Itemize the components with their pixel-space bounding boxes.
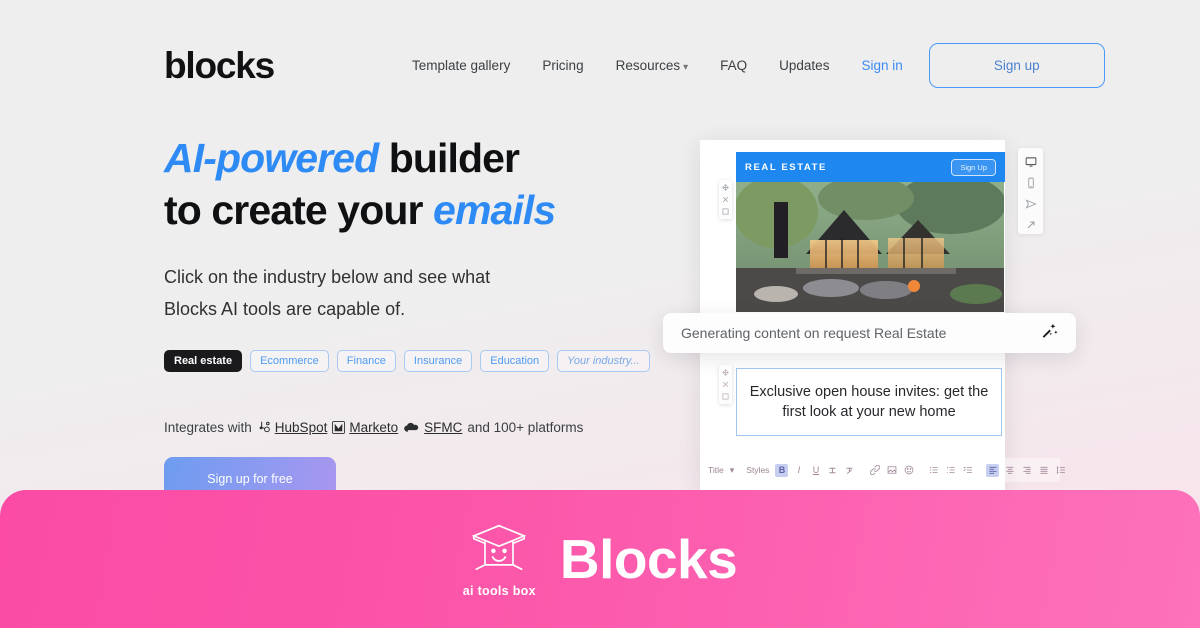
hero-section: AI-powered builder to create your emails… bbox=[164, 132, 684, 501]
headline-rest-2: to create your bbox=[164, 187, 434, 234]
bold-icon[interactable]: B bbox=[775, 463, 789, 477]
duplicate-icon[interactable] bbox=[722, 208, 729, 215]
nav-label: Updates bbox=[779, 57, 830, 73]
expand-icon[interactable] bbox=[1025, 219, 1037, 231]
delete-icon[interactable] bbox=[722, 381, 729, 388]
ai-toolbox-smiley-box-icon bbox=[466, 521, 532, 582]
nav-item-updates[interactable]: Updates bbox=[779, 58, 829, 73]
magic-wand-sparkle-icon[interactable] bbox=[1041, 322, 1058, 344]
integration-sfmc[interactable]: SFMC bbox=[403, 420, 462, 435]
align-right-icon[interactable] bbox=[1020, 464, 1033, 477]
hero-subcopy: Click on the industry below and see what… bbox=[164, 261, 684, 326]
rich-text-format-toolbar: Title ▾ Styles B I U bbox=[700, 458, 1065, 482]
bullet-list-icon[interactable] bbox=[927, 464, 940, 477]
email-header-bar: REAL ESTATE Sign Up bbox=[736, 152, 1005, 182]
hubspot-icon bbox=[257, 420, 271, 434]
banner-title: Blocks bbox=[559, 528, 738, 590]
nav-label: Pricing bbox=[542, 57, 584, 73]
text-style-group: B I U bbox=[775, 463, 856, 477]
brand-logo[interactable]: blocks bbox=[164, 47, 275, 84]
chip-finance[interactable]: Finance bbox=[336, 349, 396, 372]
link-icon[interactable] bbox=[868, 464, 881, 477]
integration-hubspot[interactable]: HubSpot bbox=[257, 420, 328, 435]
chevron-down-icon[interactable]: ▾ bbox=[730, 464, 735, 477]
logo-caption: ai tools box bbox=[462, 583, 536, 598]
styles-dropdown[interactable]: Styles bbox=[746, 465, 769, 475]
delete-icon[interactable] bbox=[722, 196, 729, 203]
ai-generating-status-bar: Generating content on request Real Estat… bbox=[663, 313, 1076, 353]
move-icon[interactable] bbox=[722, 369, 729, 376]
page-title: AI-powered builder to create your emails bbox=[164, 132, 684, 237]
sfmc-cloud-icon bbox=[403, 421, 420, 434]
title-dropdown[interactable]: Title bbox=[708, 465, 724, 475]
ai-toolbox-logo: ai tools box bbox=[463, 521, 536, 598]
strikethrough-icon[interactable] bbox=[826, 464, 839, 477]
integration-marketo[interactable]: Marketo bbox=[332, 420, 398, 435]
nav-label: Sign in bbox=[861, 57, 903, 73]
email-text-block[interactable]: Exclusive open house invites: get the fi… bbox=[736, 368, 1002, 436]
subcopy-line-2: Blocks AI tools are capable of. bbox=[164, 299, 406, 320]
block-handles-image[interactable] bbox=[719, 180, 732, 219]
insert-group bbox=[868, 464, 915, 477]
image-icon[interactable] bbox=[885, 464, 898, 477]
headline-rest-1: builder bbox=[378, 135, 520, 181]
align-justify-icon[interactable] bbox=[1037, 464, 1050, 477]
nav-item-template-gallery[interactable]: Template gallery bbox=[412, 58, 510, 73]
clear-format-icon[interactable] bbox=[843, 464, 856, 477]
underline-icon[interactable]: U bbox=[809, 464, 822, 477]
chip-your-industry[interactable]: Your industry... bbox=[557, 349, 650, 372]
alignment-group bbox=[986, 463, 1067, 477]
bottom-brand-banner: ai tools box Blocks bbox=[0, 490, 1200, 628]
nav-item-resources[interactable]: Resources ▾ bbox=[616, 58, 689, 73]
send-test-icon[interactable] bbox=[1025, 198, 1037, 210]
nav-item-pricing[interactable]: Pricing bbox=[542, 58, 583, 73]
emoji-icon[interactable] bbox=[902, 464, 915, 477]
block-handles-text[interactable] bbox=[719, 365, 732, 404]
mobile-icon[interactable] bbox=[1025, 177, 1037, 189]
desktop-icon[interactable] bbox=[1025, 156, 1037, 168]
chip-ecommerce[interactable]: Ecommerce bbox=[250, 349, 329, 372]
email-brand-label: REAL ESTATE bbox=[745, 161, 827, 173]
nav-item-sign-in[interactable]: Sign in bbox=[861, 58, 902, 73]
email-hero-image bbox=[736, 182, 1004, 312]
align-center-icon[interactable] bbox=[1003, 464, 1016, 477]
chevron-down-icon: ▾ bbox=[683, 61, 689, 73]
subcopy-line-1: Click on the industry below and see what bbox=[164, 266, 491, 287]
nav-label: FAQ bbox=[720, 57, 748, 73]
integration-label[interactable]: HubSpot bbox=[275, 420, 328, 435]
generating-status-text: Generating content on request Real Estat… bbox=[681, 325, 947, 341]
integration-label[interactable]: Marketo bbox=[349, 420, 398, 435]
integrations-row: Integrates with HubSpot Marketo SFMC and… bbox=[164, 420, 684, 435]
site-header: blocks Template gallery Pricing Resource… bbox=[0, 0, 1200, 96]
integrations-suffix: and 100+ platforms bbox=[467, 419, 584, 435]
headline-accent-1: AI-powered bbox=[164, 135, 379, 181]
sign-up-button[interactable]: Sign up bbox=[928, 42, 1105, 88]
chip-real-estate[interactable]: Real estate bbox=[164, 349, 243, 372]
email-signup-button[interactable]: Sign Up bbox=[951, 158, 996, 176]
integrations-prefix: Integrates with bbox=[164, 419, 252, 435]
line-height-icon[interactable] bbox=[1054, 464, 1067, 477]
main-navigation: Template gallery Pricing Resources ▾ FAQ … bbox=[412, 58, 903, 73]
industry-chip-group: Real estate Ecommerce Finance Insurance … bbox=[164, 349, 684, 372]
nav-label: Template gallery bbox=[412, 57, 511, 73]
chip-insurance[interactable]: Insurance bbox=[403, 349, 473, 372]
integration-label[interactable]: SFMC bbox=[424, 420, 462, 435]
move-icon[interactable] bbox=[722, 184, 729, 191]
headline-accent-2: emails bbox=[433, 187, 556, 234]
marketo-icon bbox=[332, 420, 346, 434]
checklist-icon[interactable] bbox=[961, 464, 974, 477]
chip-education[interactable]: Education bbox=[480, 349, 550, 372]
nav-label: Resources bbox=[615, 57, 681, 73]
numbered-list-icon[interactable] bbox=[944, 464, 957, 477]
device-preview-toolbar bbox=[1018, 148, 1043, 234]
italic-icon[interactable]: I bbox=[792, 464, 805, 477]
duplicate-icon[interactable] bbox=[722, 393, 729, 400]
list-group bbox=[927, 464, 974, 477]
nav-item-faq[interactable]: FAQ bbox=[720, 58, 747, 73]
align-left-icon[interactable] bbox=[986, 463, 1000, 477]
